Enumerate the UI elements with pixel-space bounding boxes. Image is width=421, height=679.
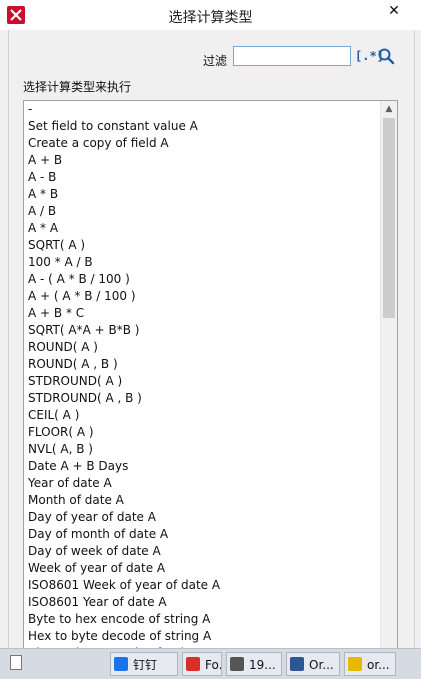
list-item[interactable]: Date A + B Days xyxy=(24,458,380,475)
taskbar-item[interactable]: 钉钉 xyxy=(110,652,178,676)
list-item[interactable]: A * A xyxy=(24,220,380,237)
search-icon[interactable] xyxy=(377,47,395,65)
list-item[interactable]: CEIL( A ) xyxy=(24,407,380,424)
list-item[interactable]: STDROUND( A ) xyxy=(24,373,380,390)
list-item[interactable]: ISO8601 Year of date A xyxy=(24,594,380,611)
list-item[interactable]: Hex to byte decode of string A xyxy=(24,628,380,645)
taskbar-item-label: 19... xyxy=(249,658,276,672)
dialog-body: 过滤 [.*] 选择计算类型来执行 - Set field to constant… xyxy=(8,30,415,678)
virtualbox-icon xyxy=(290,657,304,671)
list-item[interactable]: A - ( A * B / 100 ) xyxy=(24,271,380,288)
list-item[interactable]: Byte to hex encode of string A xyxy=(24,611,380,628)
list-item[interactable]: NVL( A, B ) xyxy=(24,441,380,458)
list-item[interactable]: ISO8601 Week of year of date A xyxy=(24,577,380,594)
list-item[interactable]: A / B xyxy=(24,203,380,220)
scroll-thumb[interactable] xyxy=(383,118,395,318)
title-bar: 选择计算类型 ✕ xyxy=(0,0,421,30)
list-item[interactable]: FLOOR( A ) xyxy=(24,424,380,441)
regex-toggle-icon[interactable]: [.*] xyxy=(355,47,384,65)
list-item[interactable]: - xyxy=(24,101,380,118)
terminal-icon xyxy=(230,657,244,671)
taskbar-item-label: Or... xyxy=(309,658,334,672)
taskbar-item[interactable]: 19... xyxy=(226,652,282,676)
scroll-up-arrow-icon[interactable]: ▲ xyxy=(381,101,397,117)
list-item[interactable]: STDROUND( A , B ) xyxy=(24,390,380,407)
list-item[interactable]: A + ( A * B / 100 ) xyxy=(24,288,380,305)
list-item[interactable]: Create a copy of field A xyxy=(24,135,380,152)
list-label: 选择计算类型来执行 xyxy=(23,80,132,94)
vertical-scrollbar[interactable]: ▲ ▼ xyxy=(380,101,397,677)
list-item[interactable]: SQRT( A ) xyxy=(24,237,380,254)
folder-icon xyxy=(348,657,362,671)
list-item[interactable]: A - B xyxy=(24,169,380,186)
taskbar-item[interactable]: or... xyxy=(344,652,396,676)
list-item[interactable]: A + B xyxy=(24,152,380,169)
list-item[interactable]: A + B * C xyxy=(24,305,380,322)
filter-label: 过滤 xyxy=(203,54,228,68)
list-item[interactable]: SQRT( A*A + B*B ) xyxy=(24,322,380,339)
dingtalk-icon xyxy=(114,657,128,671)
close-button[interactable]: ✕ xyxy=(375,0,413,22)
taskbar: 钉钉 Fo... 19... Or... or... xyxy=(0,648,421,679)
list-item[interactable]: Week of year of date A xyxy=(24,560,380,577)
taskbar-item-label: or... xyxy=(367,658,390,672)
foxit-icon xyxy=(186,657,200,671)
window-title: 选择计算类型 xyxy=(168,10,253,26)
taskbar-item[interactable]: Fo... xyxy=(182,652,222,676)
list-item[interactable]: 100 * A / B xyxy=(24,254,380,271)
calculation-type-list[interactable]: - Set field to constant value A Create a c… xyxy=(23,100,398,678)
list-item[interactable]: ROUND( A ) xyxy=(24,339,380,356)
list-item[interactable]: Day of week of date A xyxy=(24,543,380,560)
list-item[interactable]: ROUND( A , B ) xyxy=(24,356,380,373)
taskbar-item-label: 钉钉 xyxy=(133,658,158,672)
document-icon[interactable] xyxy=(10,655,22,670)
taskbar-item-label: Fo... xyxy=(205,658,221,672)
filter-input[interactable] xyxy=(233,46,351,66)
list-item[interactable]: Month of date A xyxy=(24,492,380,509)
list-items: - Set field to constant value A Create a c… xyxy=(24,101,380,677)
list-item[interactable]: Day of year of date A xyxy=(24,509,380,526)
list-item[interactable]: Set field to constant value A xyxy=(24,118,380,135)
list-item[interactable]: Year of date A xyxy=(24,475,380,492)
list-item[interactable]: Day of month of date A xyxy=(24,526,380,543)
taskbar-item[interactable]: Or... xyxy=(286,652,340,676)
list-item[interactable]: A * B xyxy=(24,186,380,203)
